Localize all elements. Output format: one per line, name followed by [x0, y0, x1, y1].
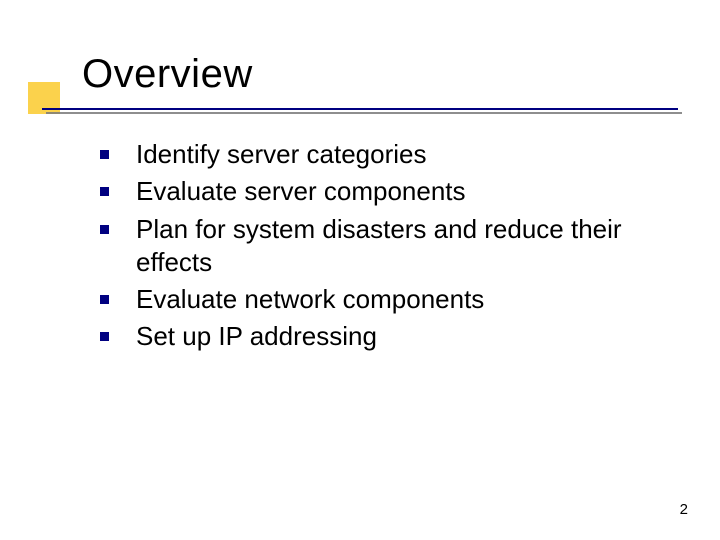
- list-item-text: Evaluate network components: [136, 284, 484, 314]
- title-rule: [42, 108, 678, 110]
- list-item: Plan for system disasters and reduce the…: [100, 213, 660, 280]
- list-item-text: Identify server categories: [136, 139, 426, 169]
- square-bullet-icon: [100, 150, 109, 159]
- list-item-text: Plan for system disasters and reduce the…: [136, 214, 622, 277]
- list-item: Evaluate server components: [100, 175, 660, 208]
- title-rule-shadow: [46, 112, 682, 114]
- list-item: Evaluate network components: [100, 283, 660, 316]
- bullet-list: Identify server categories Evaluate serv…: [100, 138, 660, 354]
- square-bullet-icon: [100, 332, 109, 341]
- list-item: Set up IP addressing: [100, 320, 660, 353]
- square-bullet-icon: [100, 225, 109, 234]
- list-item-text: Evaluate server components: [136, 176, 466, 206]
- list-item-text: Set up IP addressing: [136, 321, 377, 351]
- square-bullet-icon: [100, 295, 109, 304]
- slide-title: Overview: [82, 52, 253, 97]
- square-bullet-icon: [100, 187, 109, 196]
- list-item: Identify server categories: [100, 138, 660, 171]
- slide: Overview Identify server categories Eval…: [0, 0, 720, 540]
- page-number: 2: [680, 501, 688, 518]
- slide-body: Identify server categories Evaluate serv…: [100, 138, 660, 358]
